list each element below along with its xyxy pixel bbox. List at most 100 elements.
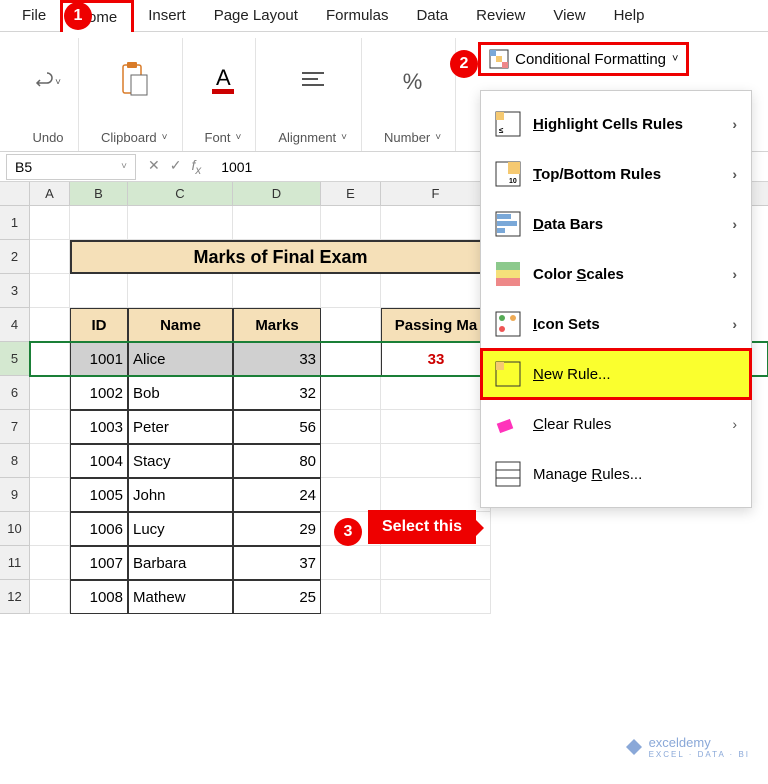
cell-marks[interactable]: 80 — [233, 444, 321, 478]
cell-marks[interactable]: 32 — [233, 376, 321, 410]
menu-help[interactable]: Help — [600, 1, 659, 30]
undo-label: Undo — [32, 126, 63, 151]
cf-color-scales[interactable]: Color Scales› — [481, 249, 751, 299]
cell-name[interactable]: Mathew — [128, 580, 233, 614]
cell-name[interactable]: Stacy — [128, 444, 233, 478]
col-header-f[interactable]: F — [381, 182, 491, 205]
select-all-corner[interactable] — [0, 182, 30, 205]
menu-data[interactable]: Data — [402, 1, 462, 30]
new-rule-icon — [495, 361, 521, 387]
table-header-id[interactable]: ID — [70, 308, 128, 342]
annotation-callout: Select this — [368, 510, 476, 544]
cell-marks[interactable]: 25 — [233, 580, 321, 614]
row-header[interactable]: 3 — [0, 274, 30, 308]
cell-id[interactable]: 1001 — [70, 342, 128, 376]
chevron-right-icon: › — [732, 166, 737, 182]
svg-text:≤: ≤ — [499, 126, 504, 135]
chevron-down-icon: ˅ — [672, 53, 678, 65]
annotation-badge-3: 3 — [334, 518, 362, 546]
cf-data-bars[interactable]: Data Bars› — [481, 199, 751, 249]
menu-insert[interactable]: Insert — [134, 1, 200, 30]
cell-marks[interactable]: 33 — [233, 342, 321, 376]
name-box[interactable]: B5˅ — [6, 154, 136, 180]
menu-page-layout[interactable]: Page Layout — [200, 1, 312, 30]
cell-id[interactable]: 1007 — [70, 546, 128, 580]
fx-icon[interactable]: fx — [191, 157, 201, 177]
row-header[interactable]: 4 — [0, 308, 30, 342]
menu-file[interactable]: File — [8, 1, 60, 30]
watermark: exceldemy EXCEL · DATA · BI — [625, 735, 750, 759]
cf-highlight-cells-rules[interactable]: ≤Highlight Cells Rules› — [481, 99, 751, 149]
cell-id[interactable]: 1008 — [70, 580, 128, 614]
col-header-c[interactable]: C — [128, 182, 233, 205]
row-header[interactable]: 6 — [0, 376, 30, 410]
chevron-right-icon: › — [732, 216, 737, 232]
icon-sets-icon — [495, 311, 521, 337]
chevron-right-icon: › — [732, 316, 737, 332]
top-bottom-icon: 10 — [495, 161, 521, 187]
enter-formula-icon[interactable]: ✓ — [170, 157, 182, 177]
cell-id[interactable]: 1005 — [70, 478, 128, 512]
cf-clear-rules[interactable]: Clear Rules› — [481, 399, 751, 449]
table-header-marks[interactable]: Marks — [233, 308, 321, 342]
row-header[interactable]: 1 — [0, 206, 30, 240]
clipboard-label[interactable]: Clipboard — [101, 126, 168, 151]
cf-top-bottom-rules[interactable]: 10Top/Bottom Rules› — [481, 149, 751, 199]
row-header[interactable]: 8 — [0, 444, 30, 478]
passing-header[interactable]: Passing Ma — [381, 308, 491, 342]
alignment-label[interactable]: Alignment — [278, 126, 347, 151]
cf-new-rule[interactable]: New Rule... — [481, 349, 751, 399]
cf-manage-rules[interactable]: Manage Rules... — [481, 449, 751, 499]
cell-marks[interactable]: 37 — [233, 546, 321, 580]
title-cell[interactable]: Marks of Final Exam — [70, 240, 491, 274]
row-headers: 1 2 3 4 5 6 7 8 9 10 11 12 — [0, 206, 30, 614]
conditional-formatting-menu: ≤Highlight Cells Rules› 10Top/Bottom Rul… — [480, 90, 752, 508]
font-button[interactable]: A — [208, 63, 238, 102]
passing-value[interactable]: 33 — [381, 342, 491, 376]
ribbon-group-alignment: Alignment — [264, 38, 362, 151]
row-header[interactable]: 10 — [0, 512, 30, 546]
menu-bar: File Home Insert Page Layout Formulas Da… — [0, 0, 768, 32]
cell-id[interactable]: 1004 — [70, 444, 128, 478]
menu-formulas[interactable]: Formulas — [312, 1, 403, 30]
highlight-cells-icon: ≤ — [495, 111, 521, 137]
row-header[interactable]: 9 — [0, 478, 30, 512]
cancel-formula-icon[interactable]: ✕ — [148, 157, 160, 177]
cell-marks[interactable]: 24 — [233, 478, 321, 512]
ribbon-group-clipboard: Clipboard — [87, 38, 183, 151]
menu-review[interactable]: Review — [462, 1, 539, 30]
watermark-icon — [625, 738, 643, 756]
annotation-badge-1: 1 — [64, 2, 92, 30]
undo-button[interactable]: ˅ — [32, 70, 64, 94]
cf-icon-sets[interactable]: Icon Sets› — [481, 299, 751, 349]
menu-view[interactable]: View — [539, 1, 599, 30]
col-header-b[interactable]: B — [70, 182, 128, 205]
cell-id[interactable]: 1006 — [70, 512, 128, 546]
paste-button[interactable] — [117, 61, 151, 104]
ribbon-group-number: % Number — [370, 38, 456, 151]
cell-marks[interactable]: 29 — [233, 512, 321, 546]
col-header-e[interactable]: E — [321, 182, 381, 205]
table-header-name[interactable]: Name — [128, 308, 233, 342]
cell-name[interactable]: John — [128, 478, 233, 512]
cell-name[interactable]: Bob — [128, 376, 233, 410]
row-header[interactable]: 5 — [0, 342, 30, 376]
font-label[interactable]: Font — [205, 126, 242, 151]
row-header[interactable]: 7 — [0, 410, 30, 444]
row-header[interactable]: 11 — [0, 546, 30, 580]
conditional-formatting-button[interactable]: Conditional Formatting ˅ — [478, 42, 689, 76]
cell-name[interactable]: Barbara — [128, 546, 233, 580]
cell-marks[interactable]: 56 — [233, 410, 321, 444]
cell-id[interactable]: 1003 — [70, 410, 128, 444]
cell-id[interactable]: 1002 — [70, 376, 128, 410]
cell-name[interactable]: Peter — [128, 410, 233, 444]
cell-name[interactable]: Lucy — [128, 512, 233, 546]
row-header[interactable]: 2 — [0, 240, 30, 274]
cell-name[interactable]: Alice — [128, 342, 233, 376]
row-header[interactable]: 12 — [0, 580, 30, 614]
col-header-a[interactable]: A — [30, 182, 70, 205]
number-button[interactable]: % — [403, 69, 423, 95]
number-label[interactable]: Number — [384, 126, 441, 151]
alignment-button[interactable] — [298, 65, 328, 100]
col-header-d[interactable]: D — [233, 182, 321, 205]
